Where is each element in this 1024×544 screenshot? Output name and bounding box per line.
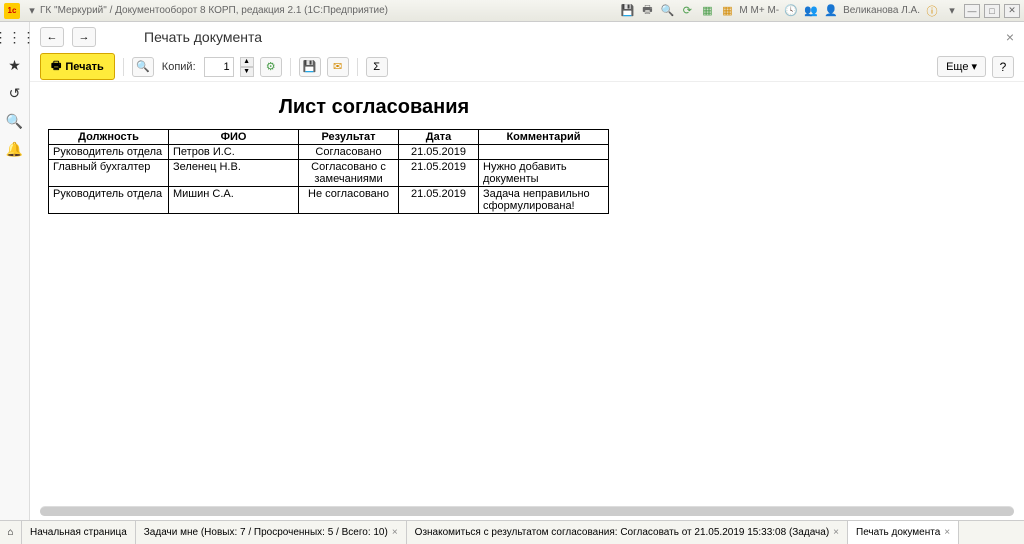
dropdown-icon[interactable]: ▾ <box>24 3 40 19</box>
mail-button[interactable]: ✉ <box>327 57 349 77</box>
preview-button[interactable]: 🔍 <box>132 57 154 77</box>
col-comment: Комментарий <box>479 130 609 145</box>
bottom-tabs: ⌂ Начальная страница Задачи мне (Новых: … <box>0 520 1024 544</box>
bell-icon[interactable]: 🔔 <box>6 140 24 158</box>
col-position: Должность <box>49 130 169 145</box>
copies-label: Копий: <box>162 61 196 73</box>
page-title: Печать документа <box>144 29 262 45</box>
page-header: ← → Печать документа × <box>30 22 1024 52</box>
home-icon[interactable]: ⌂ <box>0 521 22 544</box>
save-button[interactable]: 💾 <box>299 57 321 77</box>
close-icon[interactable]: × <box>392 527 398 538</box>
table-row: Главный бухгалтер Зеленец Н.В. Согласова… <box>49 160 609 187</box>
table-row: Руководитель отдела Мишин С.А. Не соглас… <box>49 187 609 214</box>
tab-approval[interactable]: Ознакомиться с результатом согласования:… <box>407 521 848 544</box>
horizontal-scrollbar[interactable] <box>40 506 1014 516</box>
printer-icon: 🖶 <box>51 57 61 76</box>
titlebar: 1c ▾ ГК "Меркурий" / Документооборот 8 К… <box>0 0 1024 22</box>
copies-input[interactable] <box>204 57 234 77</box>
clock-icon[interactable]: 🕓 <box>783 3 799 19</box>
info-icon[interactable]: ⓘ <box>924 3 940 19</box>
m-label: M M+ M- <box>739 5 779 16</box>
spinner-down-icon[interactable]: ▼ <box>240 67 254 77</box>
table-header-row: Должность ФИО Результат Дата Комментарий <box>49 130 609 145</box>
approval-table: Должность ФИО Результат Дата Комментарий… <box>48 129 609 214</box>
table-row: Руководитель отдела Петров И.С. Согласов… <box>49 145 609 160</box>
menu-grid-icon[interactable]: ⋮⋮⋮ <box>6 28 24 46</box>
close-icon[interactable]: × <box>944 527 950 538</box>
close-page-icon[interactable]: × <box>1006 29 1014 45</box>
col-date: Дата <box>399 130 479 145</box>
calendar-icon[interactable]: ▦ <box>699 3 715 19</box>
toolbar: 🖶 Печать 🔍 Копий: ▲ ▼ ⚙ 💾 ✉ Σ Еще▾ ? <box>30 52 1024 82</box>
more-button[interactable]: Еще▾ <box>937 56 986 77</box>
preview-icon[interactable]: 🔍 <box>659 3 675 19</box>
search-icon[interactable]: 🔍 <box>6 112 24 130</box>
app-logo-icon: 1c <box>4 3 20 19</box>
close-icon[interactable]: × <box>833 527 839 538</box>
tab-home[interactable]: Начальная страница <box>22 521 136 544</box>
tab-tasks[interactable]: Задачи мне (Новых: 7 / Просроченных: 5 /… <box>136 521 407 544</box>
col-name: ФИО <box>169 130 299 145</box>
help-button[interactable]: ? <box>992 56 1014 78</box>
chevron-down-icon: ▾ <box>971 60 977 73</box>
close-button[interactable]: ✕ <box>1004 4 1020 18</box>
save-icon[interactable]: 💾 <box>619 3 635 19</box>
print-button[interactable]: 🖶 Печать <box>40 53 115 80</box>
settings-button[interactable]: ⚙ <box>260 57 282 77</box>
history-icon[interactable]: ↺ <box>6 84 24 102</box>
users-icon[interactable]: 👥 <box>803 3 819 19</box>
forward-button[interactable]: → <box>72 27 96 47</box>
document-title: Лист согласования <box>184 96 564 119</box>
tab-print[interactable]: Печать документа× <box>848 521 959 544</box>
maximize-button[interactable]: □ <box>984 4 1000 18</box>
refresh-icon[interactable]: ⟳ <box>679 3 695 19</box>
copies-spinner[interactable]: ▲ ▼ <box>240 57 254 77</box>
current-user: Великанова Л.А. <box>843 5 920 16</box>
menu-icon[interactable]: ▾ <box>944 3 960 19</box>
back-button[interactable]: ← <box>40 27 64 47</box>
app-title: ГК "Меркурий" / Документооборот 8 КОРП, … <box>40 5 388 16</box>
user-icon: 👤 <box>823 3 839 19</box>
sum-button[interactable]: Σ <box>366 57 388 77</box>
sidebar: ⋮⋮⋮ ★ ↺ 🔍 🔔 <box>0 22 30 520</box>
star-icon[interactable]: ★ <box>6 56 24 74</box>
document-area: Лист согласования Должность ФИО Результа… <box>30 82 1024 506</box>
print-icon[interactable]: 🖶 <box>639 3 655 19</box>
calculator-icon[interactable]: ▦ <box>719 3 735 19</box>
minimize-button[interactable]: — <box>964 4 980 18</box>
col-result: Результат <box>299 130 399 145</box>
spinner-up-icon[interactable]: ▲ <box>240 57 254 67</box>
